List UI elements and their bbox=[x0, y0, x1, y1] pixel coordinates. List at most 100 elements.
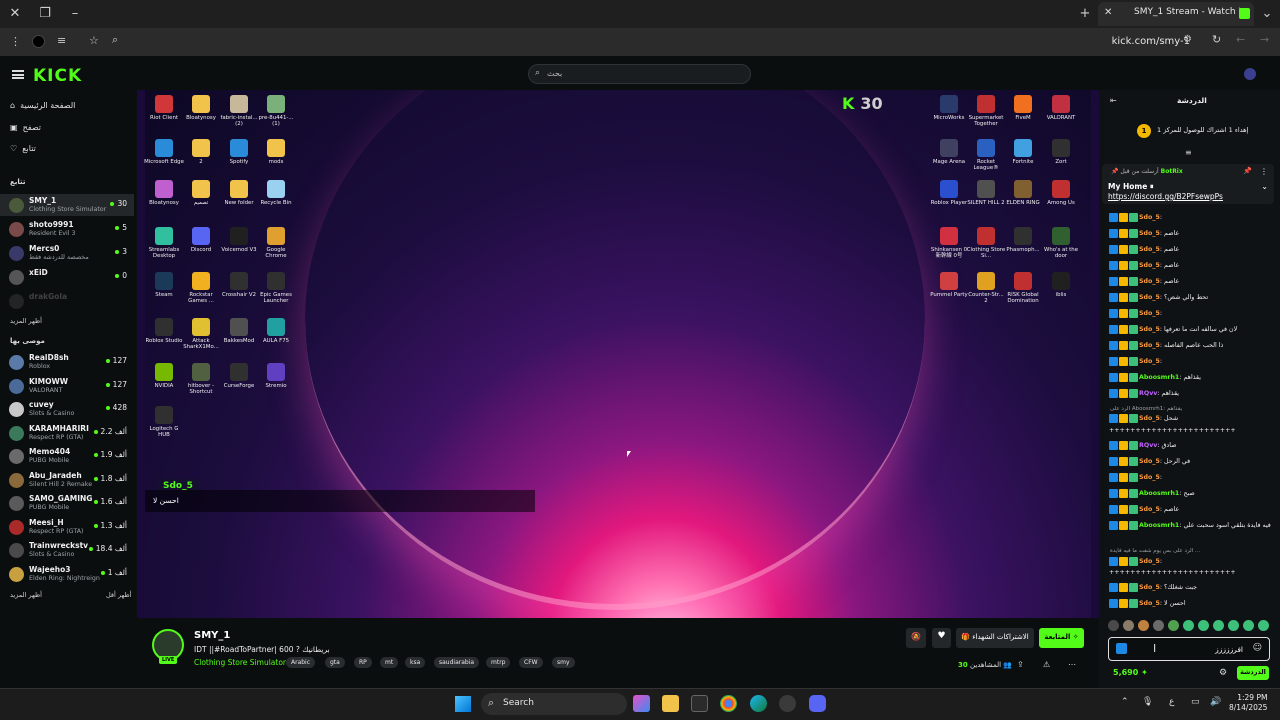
chat-username[interactable]: Sdo_5 bbox=[1139, 358, 1160, 365]
emote-icon[interactable] bbox=[1243, 620, 1254, 631]
drag-handle-icon[interactable]: ≡ bbox=[1185, 148, 1192, 157]
file-explorer-icon[interactable] bbox=[662, 695, 679, 712]
chat-username[interactable]: Sdo_5 bbox=[1139, 584, 1160, 591]
chat-username[interactable]: Sdo_5 bbox=[1139, 415, 1160, 422]
emote-icon[interactable] bbox=[1198, 620, 1209, 631]
desktop-shortcut[interactable]: تصميم bbox=[181, 180, 221, 206]
search-input[interactable]: ⌕ بحث bbox=[528, 64, 751, 84]
chat-message[interactable]: Aboosmrh1: بس يوم شفت ما فيه فايدة بتلقي… bbox=[1109, 521, 1273, 535]
back-icon[interactable]: ← bbox=[1236, 33, 1245, 46]
restore-window-icon[interactable]: ❐ bbox=[36, 5, 54, 23]
chat-username[interactable]: Aboosmrh1 bbox=[1139, 522, 1179, 529]
close-window-icon[interactable]: ✕ bbox=[6, 5, 24, 23]
chrome-icon[interactable] bbox=[720, 695, 737, 712]
desktop-shortcut[interactable]: pre-8u441-... (1) bbox=[256, 95, 296, 127]
stream-tag[interactable]: gta bbox=[325, 657, 345, 668]
url-field[interactable]: kick.com/smy-1 bbox=[1112, 36, 1190, 47]
chat-message[interactable]: ++++++++++++++++++++++++ bbox=[1109, 427, 1273, 441]
streamer-name[interactable]: SMY_1 bbox=[194, 630, 230, 641]
display-icon[interactable]: ▭ bbox=[1191, 697, 1200, 707]
taskbar-clock[interactable]: 1:29 PM 8/14/2025 bbox=[1229, 693, 1267, 713]
chat-username[interactable]: Sdo_5 bbox=[1139, 474, 1160, 481]
expand-chevron-icon[interactable]: ⌄ bbox=[1261, 182, 1268, 191]
channel-item[interactable]: Mercs0 مخصصة للدردشة فقط 3 bbox=[0, 242, 134, 264]
profile-icon[interactable] bbox=[32, 35, 45, 48]
share-icon[interactable]: ⇪ bbox=[1017, 660, 1024, 669]
forward-icon[interactable]: → bbox=[1260, 33, 1269, 46]
emote-icon[interactable] bbox=[1183, 620, 1194, 631]
desktop-shortcut[interactable]: VALORANT bbox=[1041, 95, 1081, 121]
hamburger-menu-icon[interactable] bbox=[12, 70, 24, 79]
desktop-shortcut[interactable]: ELDEN RING bbox=[1003, 180, 1043, 206]
channel-item[interactable]: SAMO_GAMING PUBG Mobile 1.6 ألف bbox=[0, 492, 134, 514]
chat-settings-icon[interactable]: ⚙ bbox=[1219, 668, 1227, 678]
emote-icon[interactable] bbox=[1153, 620, 1164, 631]
sidebar-nav-browse[interactable]: ▣ تصفح bbox=[10, 123, 41, 132]
desktop-shortcut[interactable]: Spotify bbox=[219, 139, 259, 165]
steam-icon[interactable] bbox=[779, 695, 796, 712]
desktop-shortcut[interactable]: Clothing Store Si... bbox=[966, 227, 1006, 259]
sub-goal-bar[interactable]: 1 إهداء 1 اشتراك للوصول للمركز 1 bbox=[1103, 118, 1273, 142]
channel-item[interactable]: Wajeeho3 Elden Ring: Nightreign 1 ألف bbox=[0, 563, 134, 585]
taskbar-search[interactable]: ⌕ Search bbox=[481, 693, 627, 715]
desktop-shortcut[interactable]: Counter-Str... 2 bbox=[966, 272, 1006, 304]
tab-menu-chevron-icon[interactable]: ⌄ bbox=[1258, 5, 1276, 23]
chat-username[interactable]: Aboosmrh1 bbox=[1139, 490, 1179, 497]
new-tab-icon[interactable]: + bbox=[1076, 5, 1094, 23]
desktop-shortcut[interactable]: Rockstar Games ... bbox=[181, 272, 221, 304]
chat-message[interactable]: Sdo_5: تحط والي شص؟ bbox=[1109, 293, 1273, 307]
pinned-message[interactable]: 📌 أرسلت من قبل BotRix 📌 ⋮ ⌄ My Home ⏸ ht… bbox=[1102, 164, 1274, 204]
desktop-shortcut[interactable]: Pummel Party bbox=[929, 272, 969, 298]
desktop-shortcut[interactable]: Attack SharkX1Mo... bbox=[181, 318, 221, 350]
chat-message[interactable]: Sdo_5: احسن لا bbox=[1109, 599, 1273, 613]
desktop-shortcut[interactable]: Zort bbox=[1041, 139, 1081, 165]
user-avatar[interactable] bbox=[1244, 68, 1256, 80]
chat-message[interactable]: Sdo_5: bbox=[1109, 309, 1273, 323]
desktop-shortcut[interactable]: AULA F75 bbox=[256, 318, 296, 344]
chat-send-button[interactable]: الدردشة bbox=[1237, 666, 1269, 680]
star-icon[interactable]: ☆ bbox=[89, 34, 99, 47]
emote-icon[interactable] bbox=[1258, 620, 1269, 631]
discord-icon[interactable] bbox=[809, 695, 826, 712]
sidebar-nav-following[interactable]: ♡ تتابع bbox=[10, 144, 36, 153]
close-tab-icon[interactable]: ✕ bbox=[1104, 7, 1112, 18]
chat-message[interactable]: Sdo_5: عاصم bbox=[1109, 245, 1273, 259]
desktop-shortcut[interactable]: New folder bbox=[219, 180, 259, 206]
desktop-shortcut[interactable]: Fortnite bbox=[1003, 139, 1043, 165]
chat-message[interactable]: Sdo_5: عاصم bbox=[1109, 229, 1273, 243]
desktop-shortcut[interactable]: Roblox Player bbox=[929, 180, 969, 206]
chat-username[interactable]: RQvv bbox=[1139, 390, 1157, 397]
pinned-link[interactable]: https://discord.gg/B2PFsewpPs bbox=[1108, 192, 1223, 201]
channel-item[interactable]: SMY_1 Clothing Store Simulator 30 bbox=[0, 194, 134, 216]
desktop-shortcut[interactable]: hitbover - Shortcut bbox=[181, 363, 221, 395]
more-options-icon[interactable]: ⋯ bbox=[1068, 660, 1076, 669]
chat-username[interactable]: Sdo_5 bbox=[1139, 278, 1160, 285]
stream-tag[interactable]: mtrp bbox=[486, 657, 511, 668]
desktop-shortcut[interactable]: Rocket League® bbox=[966, 139, 1006, 171]
desktop-shortcut[interactable]: Voicemod V3 bbox=[219, 227, 259, 253]
desktop-shortcut[interactable]: Recycle Bin bbox=[256, 180, 296, 206]
chat-message[interactable]: Sdo_5: عاصم bbox=[1109, 277, 1273, 291]
chat-message[interactable]: RQvv: صادق bbox=[1109, 441, 1273, 455]
notifications-button[interactable]: 🔕 bbox=[906, 628, 926, 648]
chat-message[interactable]: Sdo_5: ذا الحب عاصم الفاصله bbox=[1109, 341, 1273, 355]
desktop-shortcut[interactable]: MicroWorks bbox=[929, 95, 969, 121]
tray-chevron-icon[interactable]: ⌃ bbox=[1121, 697, 1129, 707]
emote-icon[interactable] bbox=[1123, 620, 1134, 631]
desktop-shortcut[interactable]: Bloatynosy bbox=[144, 180, 184, 206]
chat-username[interactable]: Sdo_5 bbox=[1139, 294, 1160, 301]
channel-item[interactable]: Trainwreckstv Slots & Casino 18.4 ألف bbox=[0, 539, 134, 561]
desktop-shortcut[interactable]: Crosshair V2 bbox=[219, 272, 259, 298]
reading-list-icon[interactable]: ≡ bbox=[57, 34, 66, 47]
follow-button[interactable]: المتابعة ✧ bbox=[1039, 628, 1084, 648]
chat-username[interactable]: Sdo_5 bbox=[1139, 230, 1160, 237]
show-more-recommended[interactable]: أظهر المزيد bbox=[10, 591, 42, 599]
menu-dots-icon[interactable]: ⋮ bbox=[10, 35, 21, 48]
stream-tag[interactable]: Arabic bbox=[286, 657, 316, 668]
stream-tag[interactable]: mt bbox=[380, 657, 399, 668]
windows-start-icon[interactable] bbox=[455, 696, 471, 712]
edge-icon[interactable] bbox=[750, 695, 767, 712]
zoom-icon[interactable]: ⌕ bbox=[112, 33, 118, 47]
video-player[interactable]: Riot Client Bloatynosy fabric-instal... (2… bbox=[137, 90, 1099, 618]
chat-message[interactable]: Sdo_5: شحل bbox=[1109, 414, 1273, 428]
